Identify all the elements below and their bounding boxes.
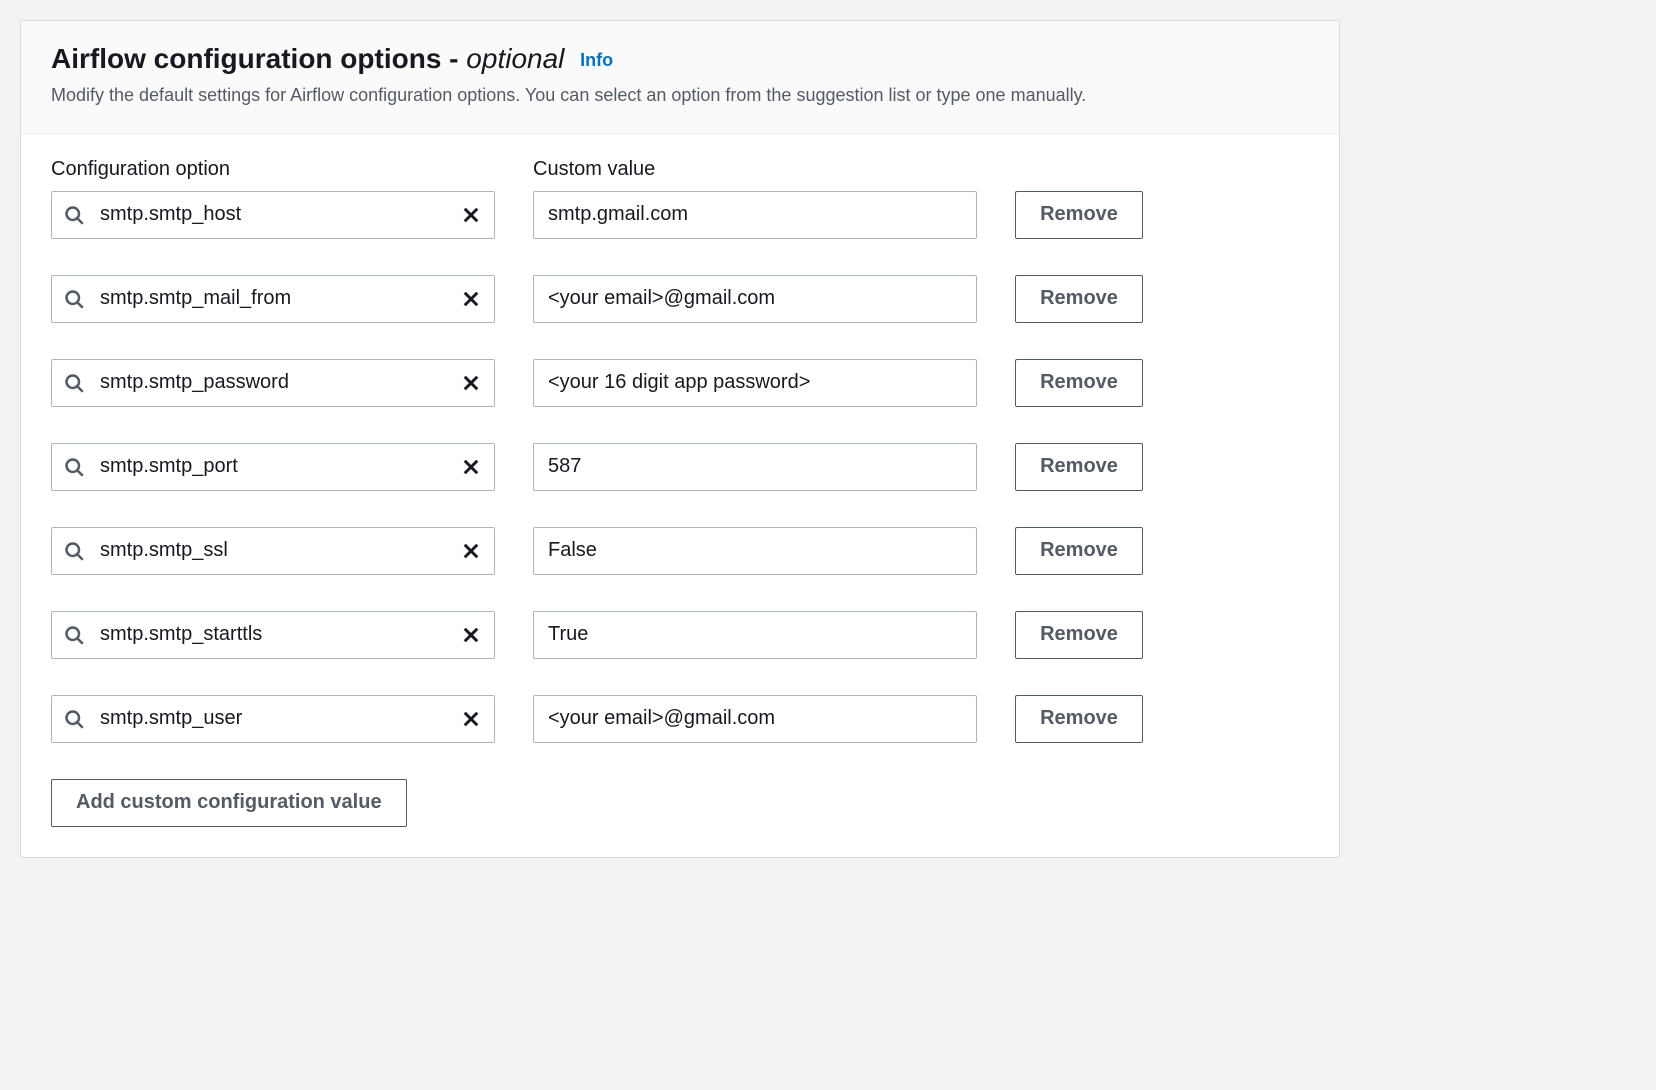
panel-title-separator: - [441,43,466,74]
panel-description: Modify the default settings for Airflow … [51,83,1309,108]
panel-body: Configuration option Custom value [21,134,1339,857]
config-option-input[interactable] [52,528,494,574]
config-value-input[interactable] [533,695,977,743]
config-option-input[interactable] [52,360,494,406]
close-icon [461,373,481,393]
config-option-field[interactable] [51,191,495,239]
clear-option-button[interactable] [454,282,488,316]
config-option-field[interactable] [51,275,495,323]
config-row: Remove [51,695,1309,743]
config-option-field[interactable] [51,359,495,407]
config-row: Remove [51,443,1309,491]
remove-row-button[interactable]: Remove [1015,611,1143,659]
close-icon [461,289,481,309]
close-icon [461,457,481,477]
close-icon [461,541,481,561]
close-icon [461,709,481,729]
airflow-config-panel: Airflow configuration options - optional… [20,20,1340,858]
clear-option-button[interactable] [454,618,488,652]
clear-option-button[interactable] [454,450,488,484]
remove-row-button[interactable]: Remove [1015,443,1143,491]
config-option-input[interactable] [52,612,494,658]
remove-row-button[interactable]: Remove [1015,359,1143,407]
columns-header: Configuration option Custom value [51,158,1309,181]
config-rows: Remove Remove [51,191,1309,743]
panel-title-text: Airflow configuration options [51,43,441,74]
config-option-field[interactable] [51,527,495,575]
close-icon [461,205,481,225]
column-header-value: Custom value [533,158,977,181]
config-option-input[interactable] [52,276,494,322]
config-option-input[interactable] [52,444,494,490]
panel-title-optional: optional [466,43,564,74]
remove-row-button[interactable]: Remove [1015,191,1143,239]
clear-option-button[interactable] [454,366,488,400]
add-config-button[interactable]: Add custom configuration value [51,779,407,827]
config-row: Remove [51,527,1309,575]
clear-option-button[interactable] [454,198,488,232]
clear-option-button[interactable] [454,702,488,736]
config-option-input[interactable] [52,696,494,742]
panel-header: Airflow configuration options - optional… [21,21,1339,134]
config-option-field[interactable] [51,611,495,659]
remove-row-button[interactable]: Remove [1015,527,1143,575]
clear-option-button[interactable] [454,534,488,568]
close-icon [461,625,481,645]
config-option-input[interactable] [52,192,494,238]
config-row: Remove [51,191,1309,239]
panel-title: Airflow configuration options - optional… [51,41,1309,77]
config-value-input[interactable] [533,611,977,659]
config-option-field[interactable] [51,695,495,743]
config-row: Remove [51,359,1309,407]
remove-row-button[interactable]: Remove [1015,275,1143,323]
config-row: Remove [51,275,1309,323]
config-option-field[interactable] [51,443,495,491]
config-value-input[interactable] [533,191,977,239]
column-header-option: Configuration option [51,158,495,181]
config-value-input[interactable] [533,359,977,407]
config-value-input[interactable] [533,275,977,323]
config-row: Remove [51,611,1309,659]
info-link[interactable]: Info [580,50,613,70]
remove-row-button[interactable]: Remove [1015,695,1143,743]
config-value-input[interactable] [533,443,977,491]
config-value-input[interactable] [533,527,977,575]
column-header-remove-spacer [1015,158,1143,181]
